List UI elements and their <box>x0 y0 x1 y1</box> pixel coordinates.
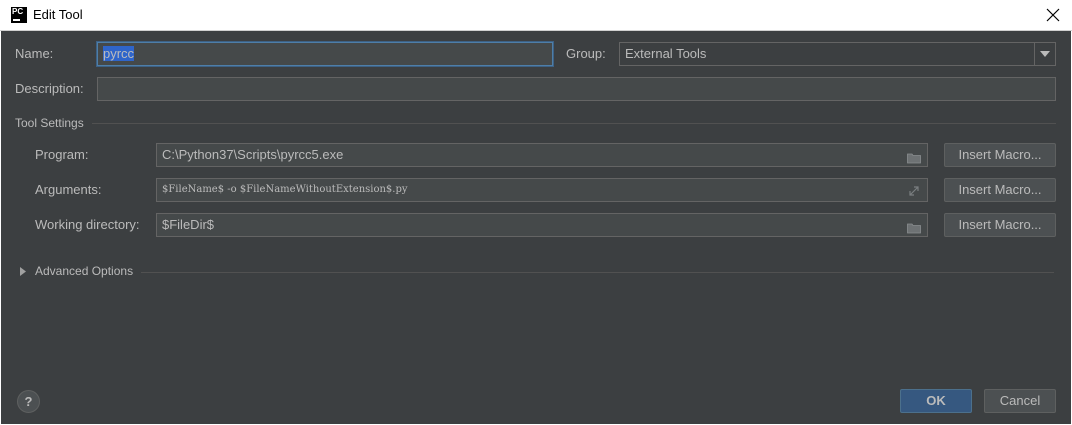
name-input-value: pyrcc <box>103 46 135 61</box>
program-input[interactable]: C:\Python37\Scripts\pyrcc5.exe <box>156 143 928 167</box>
description-label: Description: <box>15 81 84 96</box>
close-icon[interactable] <box>1044 6 1062 24</box>
group-label: Group: <box>566 46 606 61</box>
arguments-insert-macro-button[interactable]: Insert Macro... <box>944 178 1056 202</box>
name-label: Name: <box>15 46 54 61</box>
help-button[interactable]: ? <box>17 390 40 413</box>
folder-icon[interactable] <box>907 219 921 234</box>
program-insert-macro-button[interactable]: Insert Macro... <box>944 143 1056 167</box>
working-directory-input-value: $FileDir$ <box>162 217 215 232</box>
working-directory-input[interactable]: $FileDir$ <box>156 213 928 237</box>
group-dropdown-value: External Tools <box>625 46 707 61</box>
group-dropdown[interactable]: External Tools <box>619 42 1056 66</box>
advanced-options-separator <box>141 272 1054 273</box>
arguments-input[interactable]: $FileName$ -o $FileNameWithoutExtension$… <box>156 178 928 202</box>
program-label: Program: <box>35 147 89 162</box>
chevron-right-icon <box>20 267 26 276</box>
chevron-down-icon <box>1040 51 1050 57</box>
description-input[interactable] <box>97 77 1056 101</box>
window-titlebar: PC Edit Tool <box>0 0 1072 31</box>
pycharm-app-icon: PC <box>11 7 27 23</box>
arguments-input-value: $FileName$ -o $FileNameWithoutExtension$… <box>162 184 408 195</box>
program-input-value: C:\Python37\Scripts\pyrcc5.exe <box>162 147 344 162</box>
working-directory-insert-macro-button[interactable]: Insert Macro... <box>944 213 1056 237</box>
expand-icon[interactable] <box>907 184 921 196</box>
window-title: Edit Tool <box>33 7 83 22</box>
tool-settings-heading: Tool Settings <box>15 116 84 130</box>
window-border-left <box>0 31 1 425</box>
ok-button[interactable]: OK <box>900 389 972 413</box>
name-input[interactable]: pyrcc <box>97 42 553 66</box>
tool-settings-separator <box>92 123 1056 124</box>
folder-icon[interactable] <box>907 149 921 164</box>
dropdown-arrow-button[interactable] <box>1034 43 1055 65</box>
arguments-label: Arguments: <box>35 182 102 197</box>
cancel-button[interactable]: Cancel <box>984 389 1056 413</box>
advanced-options-toggle[interactable]: Advanced Options <box>18 263 148 281</box>
advanced-options-label: Advanced Options <box>35 264 134 278</box>
working-directory-label: Working directory: <box>35 217 140 232</box>
